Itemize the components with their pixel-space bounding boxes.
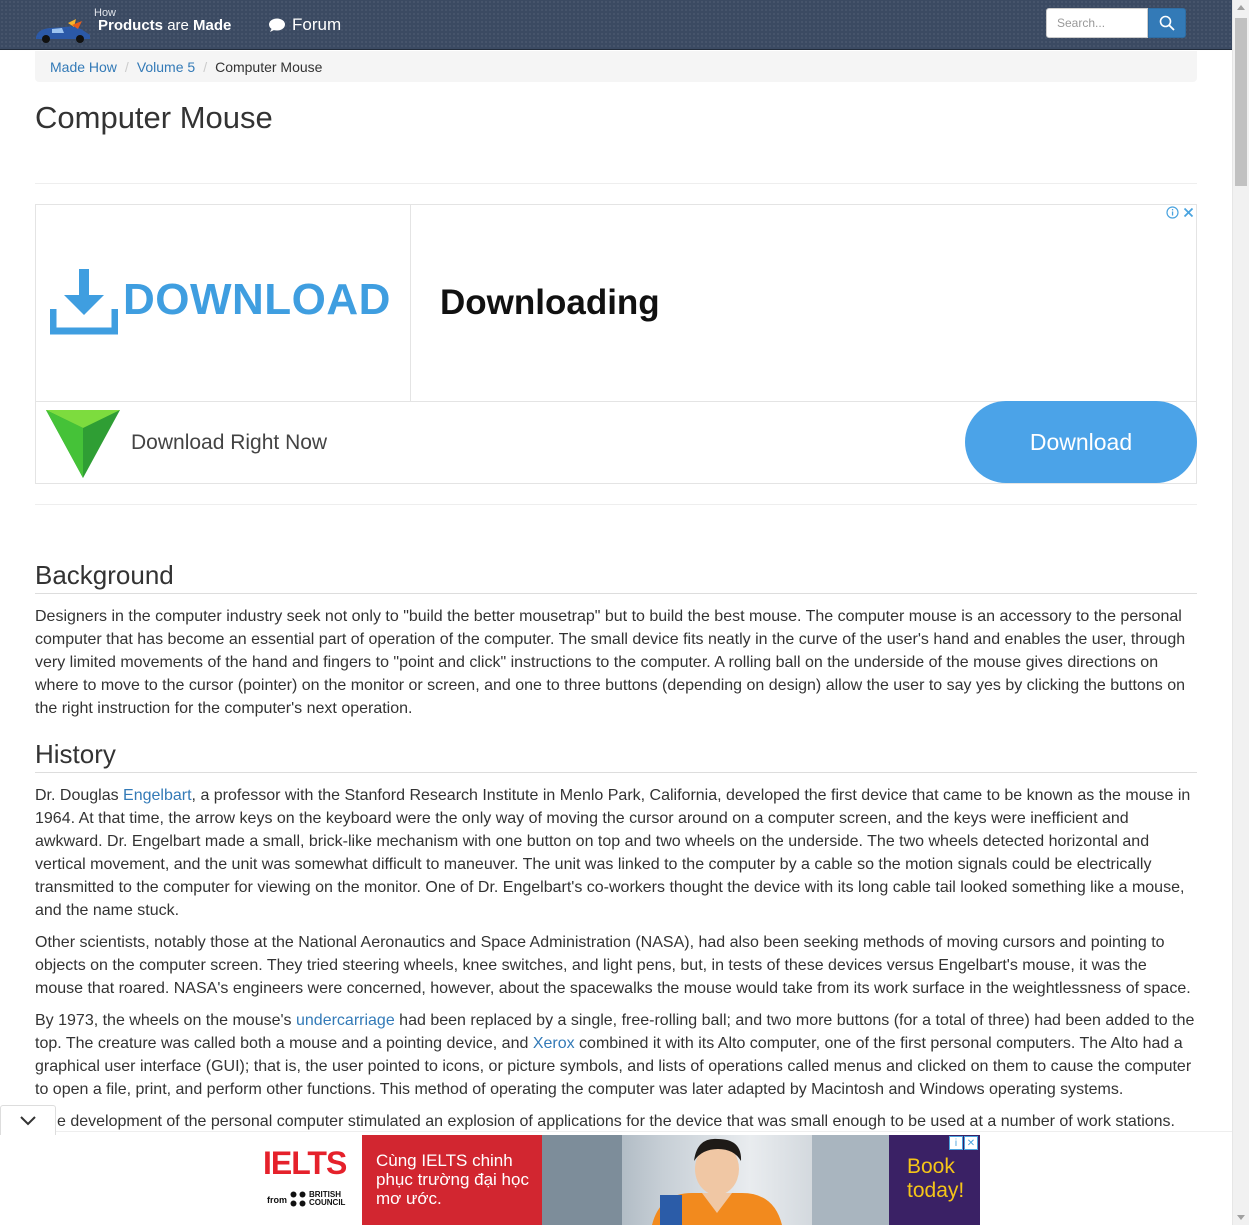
article-paragraph: Dr. Douglas Engelbart, a professor with … [35,787,1191,919]
forum-link[interactable]: Forum [268,14,341,36]
breadcrumb-made-how[interactable]: Made How [50,59,117,75]
student-illustration [542,1135,889,1225]
section-heading-history: History [35,739,1197,773]
breadcrumb-current: Computer Mouse [215,58,323,75]
download-ad[interactable]: DOWNLOAD Downloading Download Right Now … [35,204,1197,484]
forum-label: Forum [292,15,342,34]
section-heading-background: Background [35,560,1197,594]
ad-choices[interactable]: i ✕ [949,1136,978,1150]
info-icon[interactable] [1166,206,1179,219]
from-label: from [267,1195,287,1205]
green-triangle-logo-icon [46,410,120,478]
ad-headline[interactable]: Downloading [440,283,660,323]
ielts-brand-panel: IELTS from BRITISH COUNCIL [252,1135,362,1225]
breadcrumb: Made How / Volume 5 / Computer Mouse [35,51,1197,82]
ielts-logo-text: IELTS [263,1145,347,1181]
ielts-tagline: Cùng IELTS chinh phục trường đại học mơ … [362,1135,542,1225]
close-icon[interactable]: ✕ [964,1136,978,1150]
divider [35,504,1197,505]
site-logo[interactable]: How Products are Made [32,5,232,47]
search-input[interactable] [1046,8,1148,38]
search-icon [1159,15,1175,31]
british-council-dots-icon [290,1191,306,1207]
article-paragraph: By 1973, the wheels on the mouse's under… [35,1012,1195,1098]
article-paragraph: e development of the personal computer s… [57,1113,1175,1130]
ad-logo-panel[interactable]: DOWNLOAD [36,205,411,401]
divider [35,183,1197,184]
scroll-thumb[interactable] [1235,18,1247,186]
ad-download-button[interactable]: Download [965,401,1197,483]
british-council-logo: BRITISH COUNCIL [290,1191,345,1207]
search-button[interactable] [1148,8,1186,38]
ad-choices[interactable] [1166,206,1195,219]
scroll-up-arrow-icon[interactable] [1237,5,1245,10]
page-scrollbar[interactable] [1232,0,1249,1225]
ad-logo-text: DOWNLOAD [123,275,391,324]
ad-student-photo [542,1135,889,1225]
chevron-down-icon [20,1115,36,1125]
top-navbar: How Products are Made Forum [0,0,1232,50]
breadcrumb-separator: / [124,58,129,75]
page-title: Computer Mouse [35,100,273,135]
chat-bubble-icon [269,18,285,32]
link-undercarriage[interactable]: undercarriage [296,1012,395,1029]
link-engelbart[interactable]: Engelbart [123,787,192,804]
article-paragraph: Other scientists, notably those at the N… [35,934,1191,997]
breadcrumb-separator: / [203,58,208,75]
close-icon[interactable] [1182,206,1195,219]
info-icon[interactable]: i [949,1136,963,1150]
search-form [1046,8,1186,38]
breadcrumb-volume-5[interactable]: Volume 5 [137,59,195,75]
british-council-text: BRITISH COUNCIL [309,1190,346,1207]
ielts-ad[interactable]: IELTS from BRITISH COUNCIL Cùng IELTS ch… [252,1135,980,1225]
collapse-ad-button[interactable] [0,1105,56,1135]
download-arrow-icon [50,269,118,335]
link-xerox[interactable]: Xerox [533,1035,575,1052]
article-paragraph: Designers in the computer industry seek … [35,608,1186,717]
ad-subtext[interactable]: Download Right Now [131,431,327,455]
scroll-down-arrow-icon[interactable] [1237,1215,1245,1220]
car-logo-icon [36,19,90,43]
logo-main-text: Products are Made [98,17,232,34]
